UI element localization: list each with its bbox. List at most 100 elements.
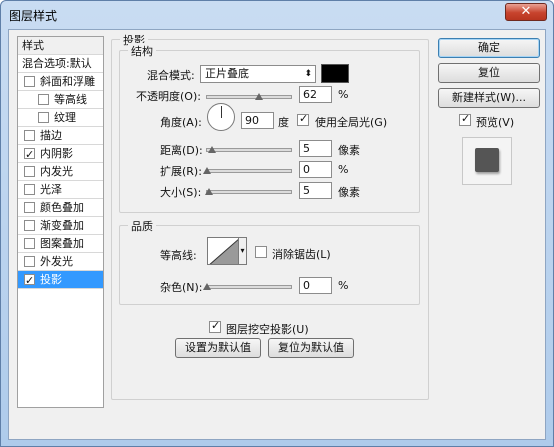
style-item-texture[interactable]: 纹理 [18,109,103,127]
style-item-label: 投影 [40,273,62,286]
style-item-satin[interactable]: 光泽 [18,181,103,199]
style-item-label: 描边 [40,129,62,142]
gradient-overlay-checkbox[interactable] [24,220,35,231]
style-item-label: 斜面和浮雕 [40,75,95,88]
blend-mode-value: 正片叠底 [205,67,249,80]
angle-input[interactable]: 90 [241,112,274,129]
angle-unit: 度 [278,116,289,129]
style-item-outer-glow[interactable]: 外发光 [18,253,103,271]
inner-shadow-checkbox[interactable] [24,146,35,162]
styles-list-header[interactable]: 样式 [18,37,103,55]
angle-needle-icon [221,106,222,118]
style-item-label: 渐变叠加 [40,219,84,232]
opacity-slider-thumb[interactable] [255,93,264,100]
size-input[interactable]: 5 [299,182,332,199]
style-item-stroke[interactable]: 描边 [18,127,103,145]
drop-shadow-checkbox[interactable] [24,272,35,288]
bevel-emboss-checkbox[interactable] [24,76,35,87]
style-item-inner-glow[interactable]: 内发光 [18,163,103,181]
satin-checkbox[interactable] [24,184,35,195]
structure-title: 结构 [128,43,156,59]
stroke-checkbox[interactable] [24,130,35,141]
dialog-client-area: 样式 混合选项:默认 斜面和浮雕 等高线 纹理 描边 内阴影 [8,29,546,440]
styles-list: 样式 混合选项:默认 斜面和浮雕 等高线 纹理 描边 内阴影 [17,36,104,408]
texture-checkbox[interactable] [38,112,49,123]
style-item-label: 图案叠加 [40,237,84,250]
drop-shadow-group: 投影 结构 混合模式: 正片叠底 ⬍ 不透明度(O): 62 % 角度(A): [111,32,429,400]
style-item-color-overlay[interactable]: 颜色叠加 [18,199,103,217]
new-style-button[interactable]: 新建样式(W)... [438,88,540,108]
distance-input[interactable]: 5 [299,140,332,157]
noise-slider-thumb[interactable] [203,283,211,290]
anti-alias-label[interactable]: 消除锯齿(L) [272,246,331,262]
noise-input[interactable]: 0 [299,277,332,294]
up-down-arrow-icon: ⬍ [304,69,312,79]
distance-label: 距离(D): [160,144,203,157]
knockout-label[interactable]: 图层挖空投影(U) [226,321,309,337]
contour-dropdown-arrow-icon[interactable]: ▾ [239,237,247,265]
reset-to-default-button[interactable]: 复位为默认值 [268,338,354,358]
size-unit: 像素 [338,186,360,199]
inner-glow-checkbox[interactable] [24,166,35,177]
style-item-label: 颜色叠加 [40,201,84,214]
style-item-gradient-overlay[interactable]: 渐变叠加 [18,217,103,235]
style-item-label: 内阴影 [40,147,73,160]
size-slider-track[interactable] [206,190,292,194]
opacity-slider-track[interactable] [206,95,292,99]
contour-label: 等高线: [160,249,197,262]
quality-group: 品质 等高线: ▾ 消除锯齿(L) 杂色(N): 0 % [119,218,420,305]
distance-slider-thumb[interactable] [208,146,216,153]
noise-slider-track[interactable] [206,285,292,289]
contour-picker[interactable] [207,237,239,265]
style-item-bevel-emboss[interactable]: 斜面和浮雕 [18,73,103,91]
spread-slider-thumb[interactable] [203,167,211,174]
style-item-label: 等高线 [54,93,87,106]
angle-dial[interactable] [207,103,235,131]
close-button[interactable]: ✕ [505,3,547,21]
reset-button[interactable]: 复位 [438,63,540,83]
spread-slider-track[interactable] [206,169,292,173]
blending-options-item[interactable]: 混合选项:默认 [18,55,103,73]
contour-checkbox[interactable] [38,94,49,105]
title-bar[interactable]: 图层样式 ✕ [1,1,553,28]
size-label: 大小(S): [160,186,202,199]
distance-slider-track[interactable] [206,148,292,152]
size-slider-thumb[interactable] [205,188,213,195]
color-overlay-checkbox[interactable] [24,202,35,213]
preview-label[interactable]: 预览(V) [476,114,514,130]
style-item-label: 外发光 [40,255,73,268]
window-title: 图层样式 [9,9,58,23]
quality-title: 品质 [128,218,156,234]
opacity-input[interactable]: 62 [299,86,332,103]
style-item-contour[interactable]: 等高线 [18,91,103,109]
anti-alias-checkbox[interactable] [255,246,267,258]
structure-group: 结构 混合模式: 正片叠底 ⬍ 不透明度(O): 62 % 角度(A): 90 … [119,43,420,213]
noise-label: 杂色(N): [160,281,203,294]
contour-curve-icon [209,239,238,264]
style-item-pattern-overlay[interactable]: 图案叠加 [18,235,103,253]
make-default-button[interactable]: 设置为默认值 [175,338,261,358]
noise-unit: % [338,279,349,292]
global-light-checkbox[interactable] [297,112,309,126]
preview-checkbox[interactable] [459,112,471,126]
style-item-label: 纹理 [54,111,76,124]
pattern-overlay-checkbox[interactable] [24,238,35,249]
blend-mode-select[interactable]: 正片叠底 ⬍ [200,65,316,83]
spread-label: 扩展(R): [160,165,202,178]
global-light-label[interactable]: 使用全局光(G) [315,114,387,130]
preview-thumbnail [475,148,499,172]
spread-unit: % [338,163,349,176]
layer-style-dialog: 图层样式 ✕ 样式 混合选项:默认 斜面和浮雕 等高线 纹理 描边 ✓ 内阴影 … [0,0,554,447]
style-item-drop-shadow[interactable]: 投影 [18,271,103,289]
style-item-inner-shadow[interactable]: 内阴影 [18,145,103,163]
knockout-checkbox[interactable] [209,319,221,333]
outer-glow-checkbox[interactable] [24,256,35,267]
opacity-unit: % [338,88,349,101]
opacity-label: 不透明度(O): [136,90,201,103]
style-item-label: 光泽 [40,183,62,196]
distance-unit: 像素 [338,144,360,157]
blend-mode-label: 混合模式: [147,69,195,82]
ok-button[interactable]: 确定 [438,38,540,58]
spread-input[interactable]: 0 [299,161,332,178]
shadow-color-swatch[interactable] [321,64,349,83]
